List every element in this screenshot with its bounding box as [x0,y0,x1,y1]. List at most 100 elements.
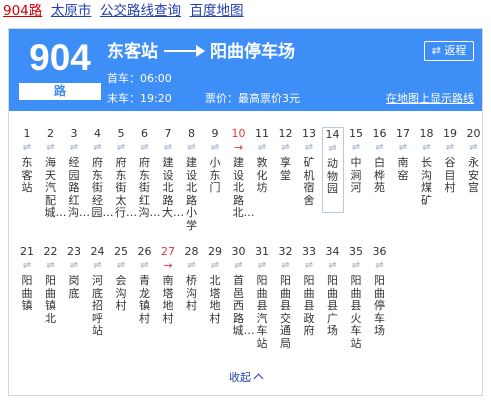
stop-name: 阳曲县政府 [303,274,315,337]
show-on-map-link[interactable]: 在地图上显示路线 [386,92,474,106]
transfer-icon: ⇌ [304,260,314,271]
stop-name: 阳曲县汽车站 [256,274,268,350]
source-name[interactable]: 百度地图 [190,3,244,19]
stop-item[interactable]: 23 ⇌ 岗底 [63,245,85,300]
stop-number: 8 [188,127,195,140]
stop-item[interactable]: 18 ⇌ 长沟煤矿 [416,127,438,207]
stop-item[interactable]: 1 ⇌ 东客站 [16,127,38,195]
stop-item[interactable]: 35 ⇌ 阳曲县火车站 [345,245,367,350]
transfer-icon: ⇌ [375,142,384,153]
stop-name: 府东街太行… [115,156,137,219]
swap-icon: ⇄ [431,44,441,57]
transfer-icon: ⇌ [140,142,149,153]
stop-name: 敦化坊 [256,156,268,194]
stop-name: 阳曲镇北 [45,274,56,325]
first-bus-time: 首车：06:00 [107,72,172,85]
route-number-box: 904 路 [19,38,101,100]
stop-number: 17 [396,127,410,140]
stop-item[interactable]: 11 ⇌ 敦化坊 [251,127,273,195]
stop-name: 桥沟村 [186,274,197,312]
transfer-icon: ⇌ [304,142,314,153]
stop-item[interactable]: 13 ⇌ 矿机宿舍 [298,127,320,207]
transfer-icon: ⇌ [93,260,102,271]
stop-item[interactable]: 17 ⇌ 南窑 [392,127,414,182]
transfer-icon: ⇌ [116,260,126,271]
stop-item[interactable]: 21 ⇌ 阳曲镇 [16,245,38,313]
stop-name: 东客站 [21,156,33,194]
transfer-icon: ⇌ [22,260,32,271]
stop-item[interactable]: 15 ⇌ 中涧河 [345,127,367,195]
stop-item[interactable]: 27 → 南塔地村 [157,245,179,325]
transfer-icon: ⇌ [46,260,55,271]
query-name[interactable]: 公交路线查询 [100,3,181,19]
transfer-icon: ⇌ [257,142,267,153]
stop-item[interactable]: 7 ⇌ 建设北路大… [157,127,184,220]
stop-number: 18 [419,127,434,140]
stop-item[interactable]: 16 ⇌ 白桦苑 [369,127,391,195]
stop-item[interactable]: 26 ⇌ 青龙镇村 [134,245,156,325]
city-name[interactable]: 太原市 [51,3,92,19]
stop-number: 7 [164,127,172,140]
stop-item[interactable]: 22 ⇌ 阳曲镇北 [40,245,62,325]
transfer-icon: ⇌ [234,260,243,271]
stop-item[interactable]: 9 ⇌ 小东门 [204,127,226,195]
stop-item[interactable]: 34 ⇌ 阳曲县广场 [322,245,344,338]
stop-item[interactable]: 6 ⇌ 府东街红沟… [134,127,161,220]
stop-name: 永安宫 [468,156,479,194]
stop-item[interactable]: 5 ⇌ 府东街太行… [110,127,137,220]
stop-number: 15 [349,127,363,140]
stop-name: 河底招呼站 [92,274,103,337]
stop-item[interactable]: 29 ⇌ 北塔地村 [204,245,226,325]
stop-name: 长沟煤矿 [421,156,432,207]
stop-item[interactable]: 20 ⇌ 永安宫 [463,127,485,195]
stop-name: 谷目村 [444,156,456,194]
bus-position-arrow-icon: → [233,141,244,154]
stop-item[interactable]: 32 ⇌ 阳曲县交通局 [275,245,297,350]
transfer-icon: ⇌ [422,142,431,153]
stop-name: 府东街经园… [91,156,114,219]
route-direction: 东客站 阳曲停车场 [107,41,295,63]
stop-number: 29 [208,245,222,258]
stop-number: 34 [325,245,340,258]
transfer-icon: ⇌ [328,143,337,154]
stop-item[interactable]: 30 ⇌ 首邑西路城… [228,245,255,338]
stop-item[interactable]: 19 ⇌ 谷目村 [439,127,461,195]
page-title-link[interactable]: 904路 太原市 公交路线查询 百度地图 [3,2,244,20]
stop-item[interactable]: 24 ⇌ 河底招呼站 [87,245,109,338]
transfer-icon: ⇌ [445,142,455,153]
collapse-button[interactable]: 收起 [9,371,482,385]
stop-number: 12 [278,127,293,140]
stop-item[interactable]: 33 ⇌ 阳曲县政府 [298,245,320,338]
stop-name: 阳曲县交通局 [280,274,291,350]
stop-item[interactable]: 3 ⇌ 经园路红沟… [63,127,90,220]
stop-number: 22 [43,245,58,258]
stop-number: 3 [70,127,78,140]
bus-position-arrow-icon: → [163,259,173,272]
stop-number: 11 [255,127,269,140]
stop-name: 青龙镇村 [139,274,150,325]
transfer-icon: ⇌ [116,142,126,153]
transfer-icon: ⇌ [46,142,55,153]
stop-item[interactable]: 36 ⇌ 阳曲停车场 [369,245,391,338]
stop-number: 9 [211,127,219,140]
stop-item[interactable]: 12 ⇌ 享堂 [275,127,297,182]
stop-item[interactable]: 8 ⇌ 建设北路小学 [181,127,203,232]
stop-number: 30 [231,245,246,258]
reverse-button[interactable]: ⇄ 返程 [424,41,474,61]
stop-number: 5 [117,127,125,140]
stop-name: 阳曲停车场 [374,274,385,337]
stop-name: 阳曲县火车站 [350,274,362,350]
stop-item[interactable]: 4 ⇌ 府东街经园… [87,127,114,220]
stop-item[interactable]: 25 ⇌ 会沟村 [110,245,132,313]
stop-item[interactable]: 28 ⇌ 桥沟村 [181,245,203,313]
route-name[interactable]: 904路 [3,3,42,19]
stop-item[interactable]: 14 ⇌ 动物园 [321,127,344,213]
stop-number: 36 [372,245,387,258]
stop-item[interactable]: 2 ⇌ 海天汽配城… [40,127,67,220]
stop-name: 南塔地村 [162,274,174,325]
stop-name: 矿机宿舍 [303,156,315,207]
stop-item[interactable]: 31 ⇌ 阳曲县汽车站 [251,245,273,350]
transfer-icon: ⇌ [22,142,32,153]
transfer-icon: ⇌ [163,142,173,153]
stop-item[interactable]: 10 → 建设北路北… [228,127,255,220]
